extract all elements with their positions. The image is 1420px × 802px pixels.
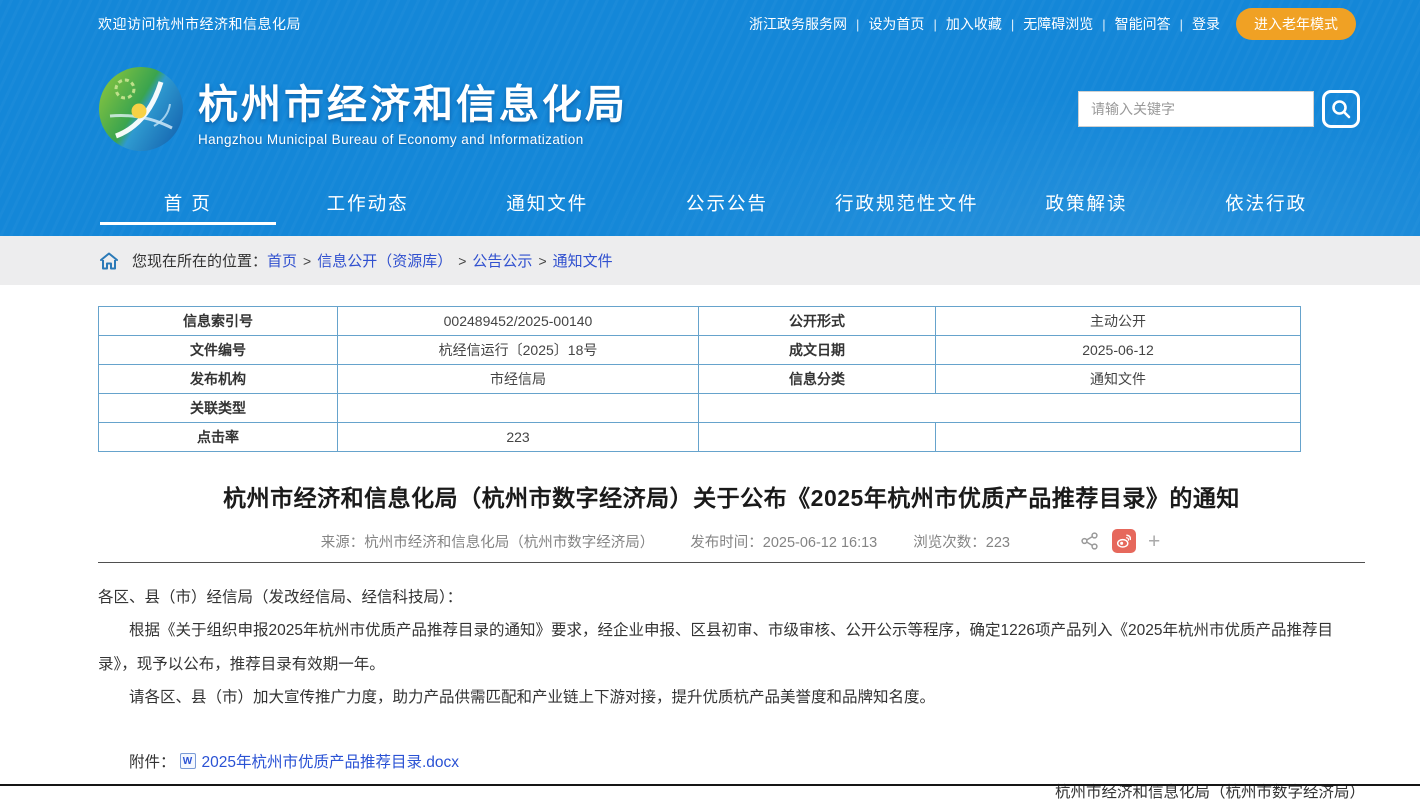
meta-views-label: 浏览次数：	[913, 535, 986, 551]
search-icon	[1330, 98, 1352, 120]
search-input[interactable]	[1078, 91, 1314, 127]
table-row: 信息索引号 002489452/2025-00140 公开形式 主动公开	[99, 307, 1301, 336]
table-cell: 市经信局	[338, 365, 699, 394]
topbar-separator: |	[1011, 17, 1014, 32]
main-nav: 首 页 工作动态 通知文件 公示公告 行政规范性文件 政策解读 依法行政	[0, 170, 1420, 236]
nav-item-regulatory-docs[interactable]: 行政规范性文件	[817, 170, 997, 236]
meta-time-label: 发布时间：	[690, 535, 763, 551]
nav-item-policy-interpretation[interactable]: 政策解读	[997, 170, 1177, 236]
topbar: 欢迎访问杭州市经济和信息化局 浙江政务服务网 | 设为首页 | 加入收藏 | 无…	[0, 0, 1420, 48]
welcome-text: 欢迎访问杭州市经济和信息化局	[98, 14, 301, 34]
home-icon[interactable]	[98, 251, 120, 271]
article-title: 杭州市经济和信息化局（杭州市数字经济局）关于公布《2025年杭州市优质产品推荐目…	[98, 479, 1365, 513]
table-cell	[699, 394, 1301, 423]
meta-source-label: 来源：	[321, 535, 365, 551]
table-cell: 杭经信运行〔2025〕18号	[338, 336, 699, 365]
toplink-zhejiang-gov[interactable]: 浙江政务服务网	[749, 14, 847, 34]
table-cell: 002489452/2025-00140	[338, 307, 699, 336]
meta-source-value: 杭州市经济和信息化局（杭州市数字经济局）	[364, 535, 654, 551]
nav-item-work-news[interactable]: 工作动态	[278, 170, 458, 236]
meta-source: 来源：杭州市经济和信息化局（杭州市数字经济局）	[321, 531, 655, 552]
table-label: 成文日期	[699, 336, 936, 365]
main-content: 信息索引号 002489452/2025-00140 公开形式 主动公开 文件编…	[98, 306, 1365, 802]
breadcrumb-prefix: 您现在所在的位置：	[132, 250, 267, 271]
search-button[interactable]	[1322, 90, 1360, 128]
article-paragraph: 根据《关于组织申报2025年杭州市优质产品推荐目录的通知》要求，经企业申报、区县…	[98, 614, 1365, 681]
nav-item-home[interactable]: 首 页	[98, 170, 278, 236]
breadcrumb-link-notices[interactable]: 通知文件	[553, 250, 613, 271]
table-label: 文件编号	[99, 336, 338, 365]
table-label	[699, 423, 936, 452]
topbar-links: 浙江政务服务网 | 设为首页 | 加入收藏 | 无障碍浏览 | 智能问答 | 登…	[749, 8, 1356, 40]
site-name-english: Hangzhou Municipal Bureau of Economy and…	[198, 132, 628, 147]
table-label: 信息索引号	[99, 307, 338, 336]
table-row: 发布机构 市经信局 信息分类 通知文件	[99, 365, 1301, 394]
site-title: 杭州市经济和信息化局 Hangzhou Municipal Bureau of …	[198, 72, 628, 147]
breadcrumb-separator: >	[458, 253, 466, 269]
nav-item-law-based-admin[interactable]: 依法行政	[1176, 170, 1356, 236]
table-cell	[338, 394, 699, 423]
table-cell: 223	[338, 423, 699, 452]
meta-publish-time: 发布时间：2025-06-12 16:13	[690, 531, 877, 552]
article-meta: 来源：杭州市经济和信息化局（杭州市数字经济局） 发布时间：2025-06-12 …	[98, 529, 1365, 553]
table-row: 文件编号 杭经信运行〔2025〕18号 成文日期 2025-06-12	[99, 336, 1301, 365]
toplink-accessibility[interactable]: 无障碍浏览	[1023, 14, 1093, 34]
attachment-link[interactable]: 2025年杭州市优质产品推荐目录.docx	[202, 750, 460, 772]
meta-views: 浏览次数：223	[913, 531, 1010, 552]
table-cell: 主动公开	[936, 307, 1301, 336]
share-icons: +	[1080, 529, 1160, 553]
article-body: 各区、县（市）经信局（发改经信局、经信科技局）： 根据《关于组织申报2025年杭…	[98, 581, 1365, 714]
topbar-separator: |	[856, 17, 859, 32]
table-row: 关联类型	[99, 394, 1301, 423]
nav-item-notices[interactable]: 通知文件	[457, 170, 637, 236]
topbar-separator: |	[1102, 17, 1105, 32]
table-label: 关联类型	[99, 394, 338, 423]
share-icon[interactable]	[1080, 531, 1100, 551]
elder-mode-button[interactable]: 进入老年模式	[1236, 8, 1356, 40]
attachment-row: 附件： W 2025年杭州市优质产品推荐目录.docx	[98, 750, 1365, 772]
site-header-block: 欢迎访问杭州市经济和信息化局 浙江政务服务网 | 设为首页 | 加入收藏 | 无…	[0, 0, 1420, 236]
toplink-set-homepage[interactable]: 设为首页	[868, 14, 924, 34]
table-cell: 通知文件	[936, 365, 1301, 394]
table-label: 信息分类	[699, 365, 936, 394]
header-main-row: 杭州市经济和信息化局 Hangzhou Municipal Bureau of …	[0, 48, 1420, 170]
toplink-login[interactable]: 登录	[1192, 14, 1220, 34]
more-share-icon[interactable]: +	[1148, 531, 1160, 552]
search-area	[1078, 90, 1360, 128]
topbar-separator: |	[933, 17, 936, 32]
meta-views-value: 223	[986, 535, 1010, 551]
table-label: 点击率	[99, 423, 338, 452]
weibo-share-icon[interactable]	[1112, 529, 1136, 553]
document-info-table: 信息索引号 002489452/2025-00140 公开形式 主动公开 文件编…	[98, 306, 1301, 452]
table-row: 点击率 223	[99, 423, 1301, 452]
toplink-add-favorite[interactable]: 加入收藏	[946, 14, 1002, 34]
breadcrumb-link-announcements[interactable]: 公告公示	[472, 250, 532, 271]
attachment-label: 附件：	[129, 750, 176, 772]
table-label: 发布机构	[99, 365, 338, 394]
breadcrumb: 您现在所在的位置： 首页 > 信息公开（资源库） > 公告公示 > 通知文件	[0, 236, 1420, 285]
breadcrumb-separator: >	[303, 253, 311, 269]
breadcrumb-link-info-disclosure[interactable]: 信息公开（资源库）	[317, 250, 452, 271]
meta-time-value: 2025-06-12 16:13	[763, 535, 878, 551]
site-logo[interactable]	[98, 66, 184, 152]
table-label: 公开形式	[699, 307, 936, 336]
nav-item-announcements[interactable]: 公示公告	[637, 170, 817, 236]
breadcrumb-separator: >	[538, 253, 546, 269]
site-name: 杭州市经济和信息化局	[198, 72, 628, 130]
topbar-separator: |	[1180, 17, 1183, 32]
toplink-smart-qa[interactable]: 智能问答	[1115, 14, 1171, 34]
table-cell: 2025-06-12	[936, 336, 1301, 365]
article-salutation: 各区、县（市）经信局（发改经信局、经信科技局）：	[98, 581, 1365, 614]
article-paragraph: 请各区、县（市）加大宣传推广力度，助力产品供需匹配和产业链上下游对接，提升优质杭…	[98, 681, 1365, 714]
word-doc-icon: W	[180, 753, 196, 769]
title-divider	[98, 562, 1365, 563]
breadcrumb-link-home[interactable]: 首页	[267, 250, 297, 271]
table-cell	[936, 423, 1301, 452]
